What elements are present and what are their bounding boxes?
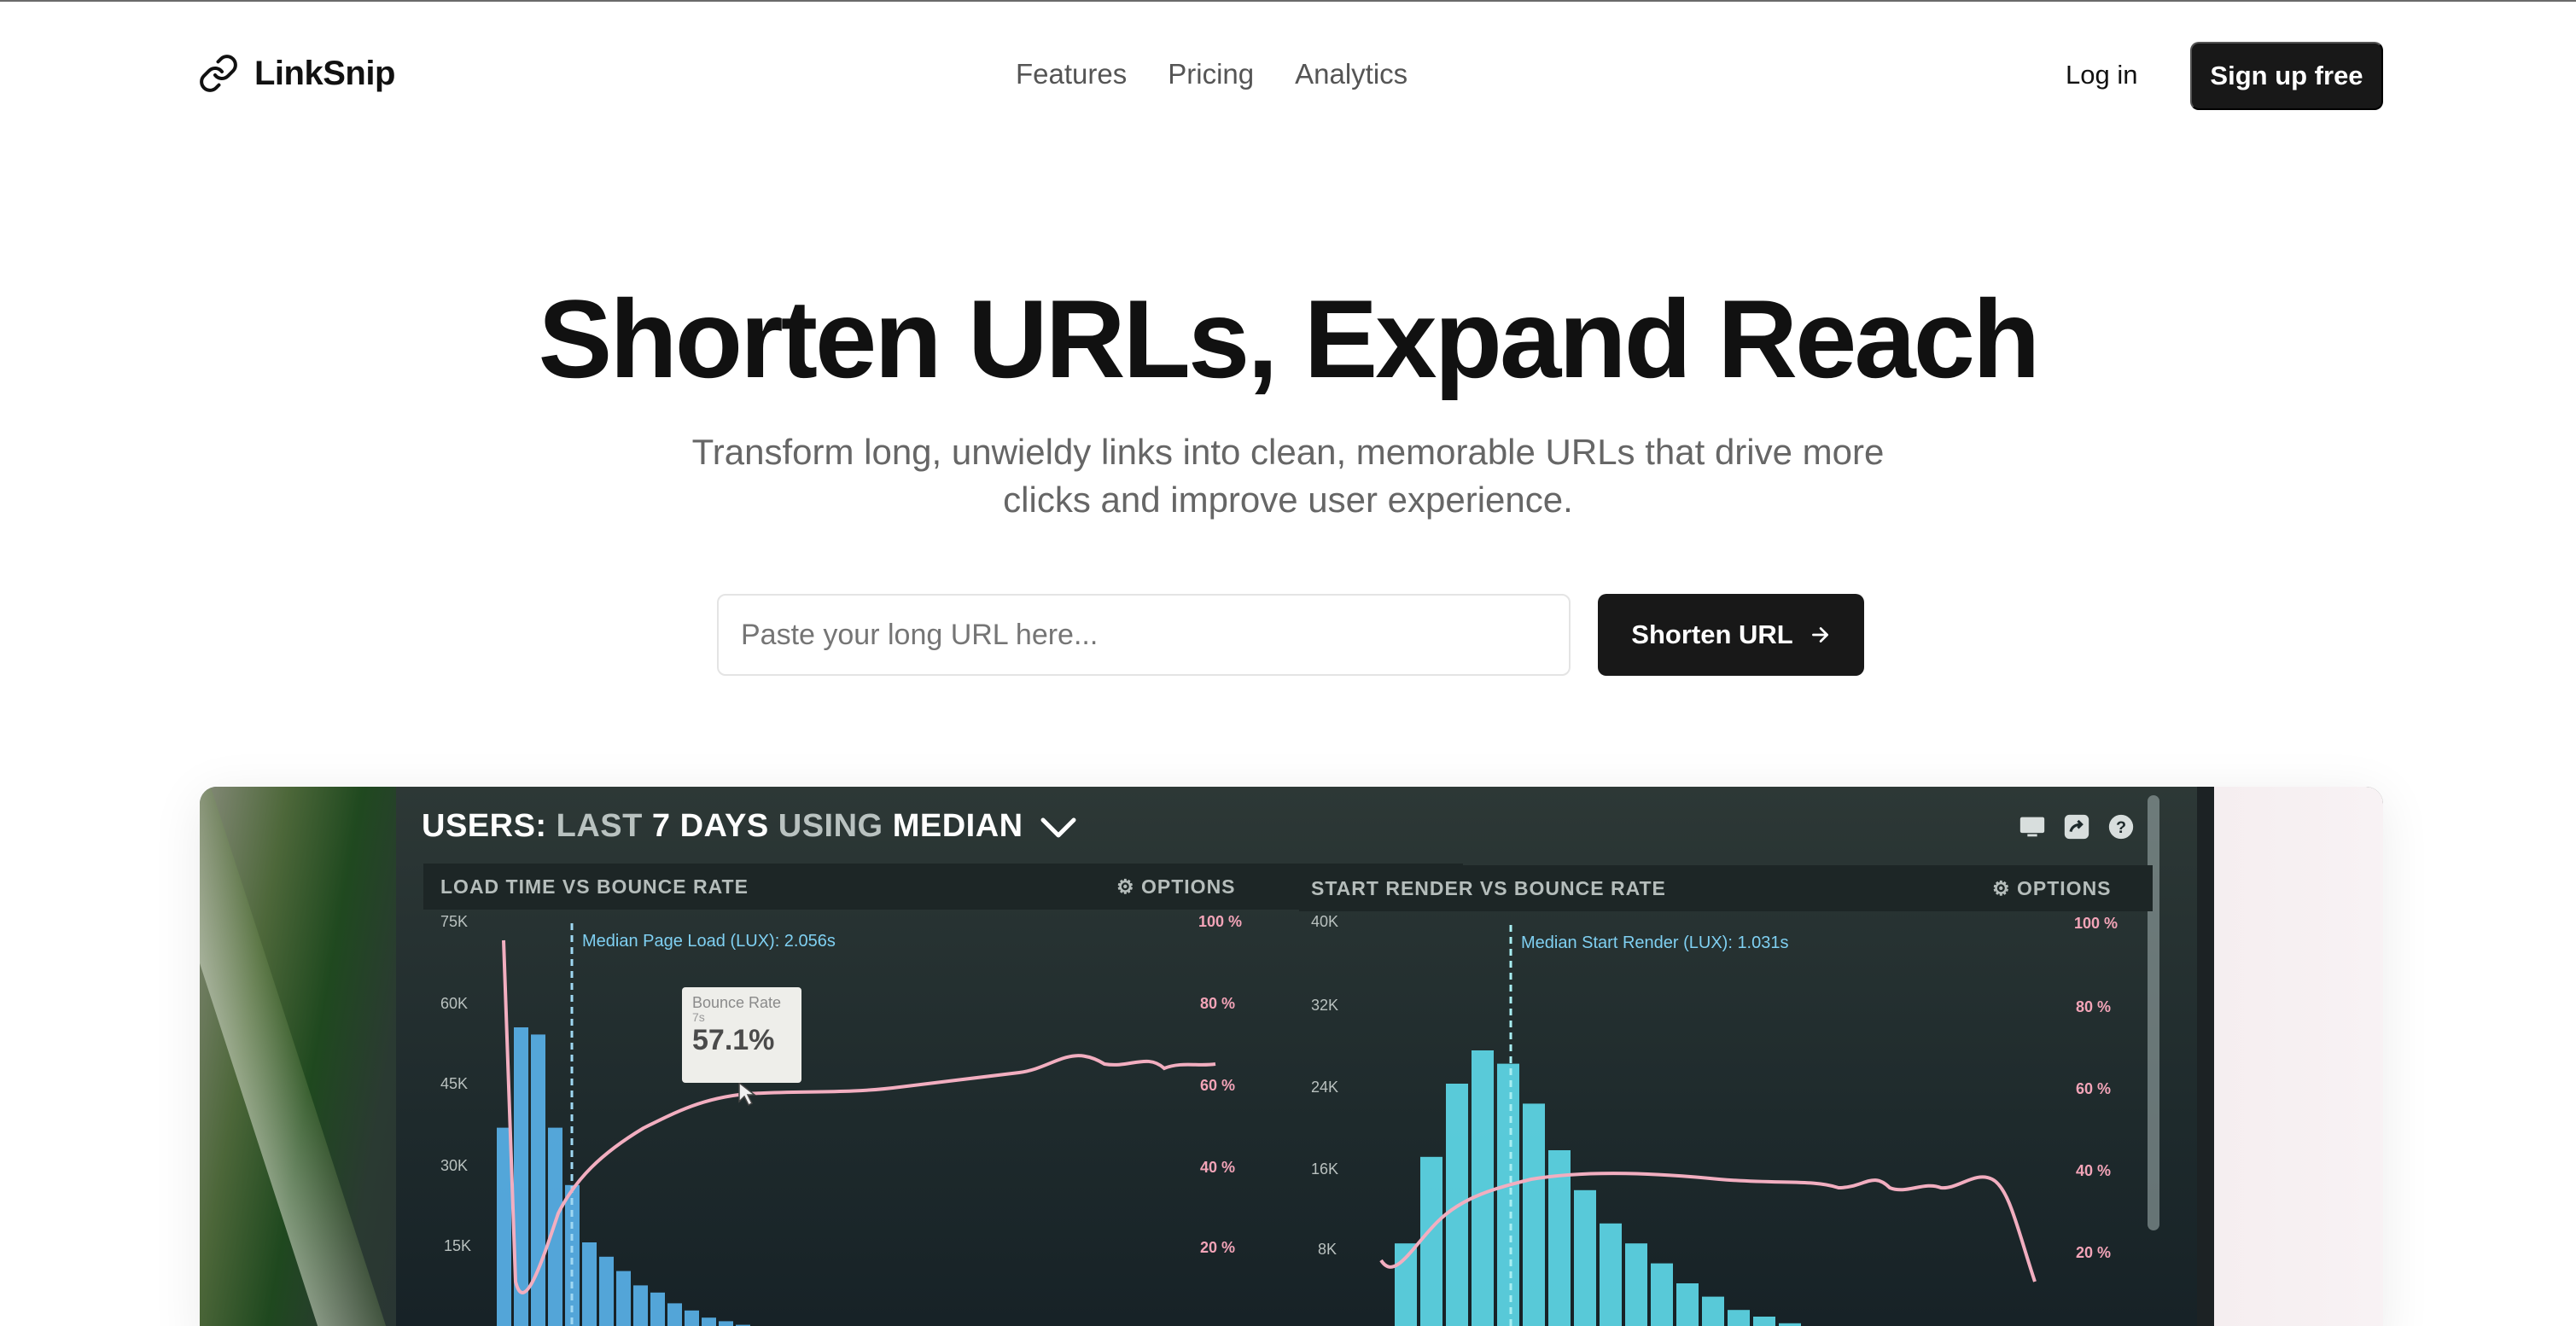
right-bar <box>1574 1189 1596 1326</box>
right-bar <box>1420 1156 1442 1326</box>
right-bar <box>1702 1296 1724 1326</box>
left-bar <box>497 1127 511 1326</box>
left-bar <box>582 1242 597 1326</box>
right-bar <box>1651 1263 1673 1326</box>
dashboard-charts <box>497 923 2037 1326</box>
left-bar <box>633 1285 648 1326</box>
shorten-url-button[interactable]: Shorten URL <box>1598 594 1864 676</box>
tooltip-label: Bounce Rate <box>692 994 782 1011</box>
brand-logo[interactable]: LinkSnip <box>198 53 395 94</box>
nav-link-analytics[interactable]: Analytics <box>1295 58 1407 90</box>
right-bar <box>1753 1317 1775 1326</box>
shorten-url-label: Shorten URL <box>1631 619 1793 649</box>
left-bar <box>650 1292 665 1326</box>
nav-link-pricing[interactable]: Pricing <box>1168 58 1254 90</box>
url-input[interactable] <box>717 594 1571 676</box>
right-bar <box>1625 1243 1647 1326</box>
hero-title: Shorten URLs, Expand Reach <box>538 276 2041 401</box>
login-link[interactable]: Log in <box>2066 60 2137 90</box>
left-bar <box>719 1321 733 1326</box>
nav-link-features[interactable]: Features <box>1016 58 1127 90</box>
brand-name: LinkSnip <box>254 54 395 92</box>
right-bar <box>1728 1310 1750 1326</box>
signup-button[interactable]: Sign up free <box>2190 42 2383 110</box>
left-bar <box>599 1256 614 1326</box>
left-bar <box>667 1303 682 1326</box>
left-bar <box>685 1310 699 1326</box>
right-bar <box>1472 1050 1494 1326</box>
tooltip-sub: 7s <box>692 1010 705 1024</box>
arrow-right-icon <box>1811 627 1828 643</box>
site-header: LinkSnip Features Pricing Analytics Log … <box>0 0 2576 154</box>
left-bar <box>702 1317 716 1326</box>
dashboard-preview-image: USERS: LAST 7 DAYS USING MEDIAN ? LOAD T… <box>200 787 2383 1326</box>
left-bar <box>616 1271 631 1326</box>
right-bar <box>1497 1063 1519 1326</box>
left-bounce-line <box>502 939 1216 1294</box>
main-nav: Features Pricing Analytics <box>1016 58 1407 90</box>
left-bar <box>565 1184 580 1326</box>
tooltip-value: 57.1% <box>692 1024 775 1056</box>
right-bar <box>1523 1103 1545 1326</box>
right-bar <box>1600 1223 1622 1326</box>
hero-subtitle: Transform long, unwieldy links into clea… <box>691 432 1885 520</box>
right-bar <box>1676 1283 1699 1326</box>
mouse-cursor-icon <box>738 1081 757 1107</box>
bounce-rate-tooltip: Bounce Rate 7s 57.1% <box>682 987 801 1083</box>
link-icon <box>200 55 237 92</box>
